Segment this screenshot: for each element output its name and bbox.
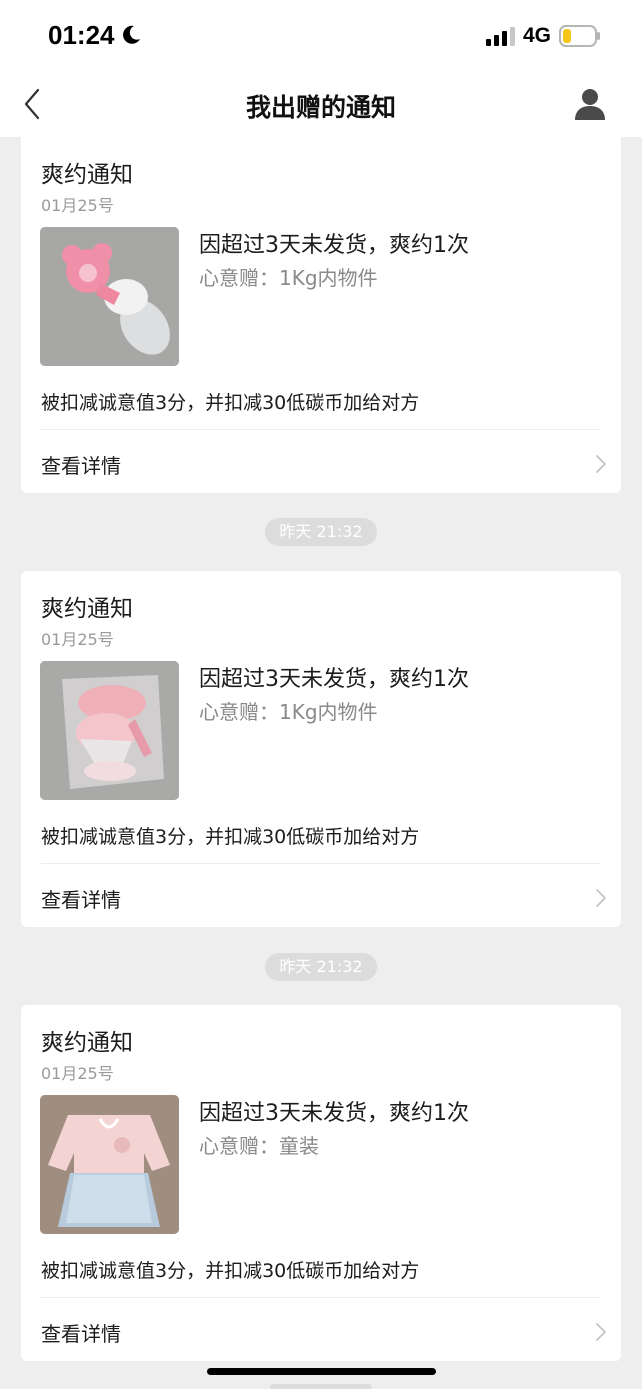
- notification-title: 爽约通知: [41, 162, 133, 188]
- view-details-label: 查看详情: [41, 888, 121, 912]
- chevron-right-icon: [595, 454, 607, 478]
- signal-icon: [486, 26, 516, 50]
- chevron-right-icon: [595, 888, 607, 912]
- nav-bar: 我出赠的通知: [0, 72, 642, 137]
- view-details-label: 查看详情: [41, 1322, 121, 1346]
- penalty-text: 被扣减诚意值3分，并扣减30低碳币加给对方: [41, 1260, 420, 1282]
- notification-date: 01月25号: [41, 1064, 114, 1083]
- status-time: 01:24: [48, 20, 115, 50]
- gift-info: 心意赠：童装: [199, 1134, 319, 1158]
- view-details-link[interactable]: 查看详情: [21, 1298, 621, 1361]
- network-type: 4G: [523, 24, 552, 47]
- penalty-text: 被扣减诚意值3分，并扣减30低碳币加给对方: [41, 392, 420, 414]
- notification-card: 爽约通知 01月25号 因超过3天未发货，爽约1次 心意赠：童装 被扣减诚意值3…: [21, 1005, 621, 1361]
- item-image: [40, 661, 179, 800]
- notification-card: 爽约通知 01月25号 因超过3天未发货，爽约1次 心意赠：1Kg内物件 被扣减…: [21, 571, 621, 927]
- notification-reason: 因超过3天未发货，爽约1次: [199, 667, 469, 692]
- notification-card: 爽约通知 01月25号 因超过3天未发货，爽约1次 心意赠：1Kg内物件 被扣减…: [21, 137, 621, 493]
- view-details-label: 查看详情: [41, 454, 121, 478]
- notification-date: 01月25号: [41, 630, 114, 649]
- battery-icon: [559, 24, 601, 52]
- item-image: [40, 227, 179, 366]
- notification-title: 爽约通知: [41, 596, 133, 622]
- status-bar: 01:24 4G: [0, 0, 642, 72]
- notification-title: 爽约通知: [41, 1030, 133, 1056]
- view-details-link[interactable]: 查看详情: [21, 864, 621, 927]
- home-indicator[interactable]: [207, 1368, 436, 1375]
- timestamp-badge: 昨天 21:32: [265, 518, 377, 546]
- penalty-text: 被扣减诚意值3分，并扣减30低碳币加给对方: [41, 826, 420, 848]
- notification-reason: 因超过3天未发货，爽约1次: [199, 233, 469, 258]
- next-timestamp-badge: [270, 1384, 372, 1389]
- teether-toy-icon: [40, 227, 179, 366]
- gift-info: 心意赠：1Kg内物件: [199, 266, 378, 290]
- moon-icon: [120, 24, 142, 50]
- profile-icon[interactable]: [572, 86, 608, 122]
- item-image: [40, 1095, 179, 1234]
- baby-dress-icon: [40, 1095, 179, 1234]
- view-details-link[interactable]: 查看详情: [21, 430, 621, 493]
- timestamp-badge: 昨天 21:32: [265, 953, 377, 981]
- notification-reason: 因超过3天未发货，爽约1次: [199, 1101, 469, 1126]
- pacifier-bag-icon: [40, 661, 179, 800]
- notification-date: 01月25号: [41, 196, 114, 215]
- page-title: 我出赠的通知: [245, 93, 396, 122]
- chevron-right-icon: [595, 1322, 607, 1346]
- gift-info: 心意赠：1Kg内物件: [199, 700, 378, 724]
